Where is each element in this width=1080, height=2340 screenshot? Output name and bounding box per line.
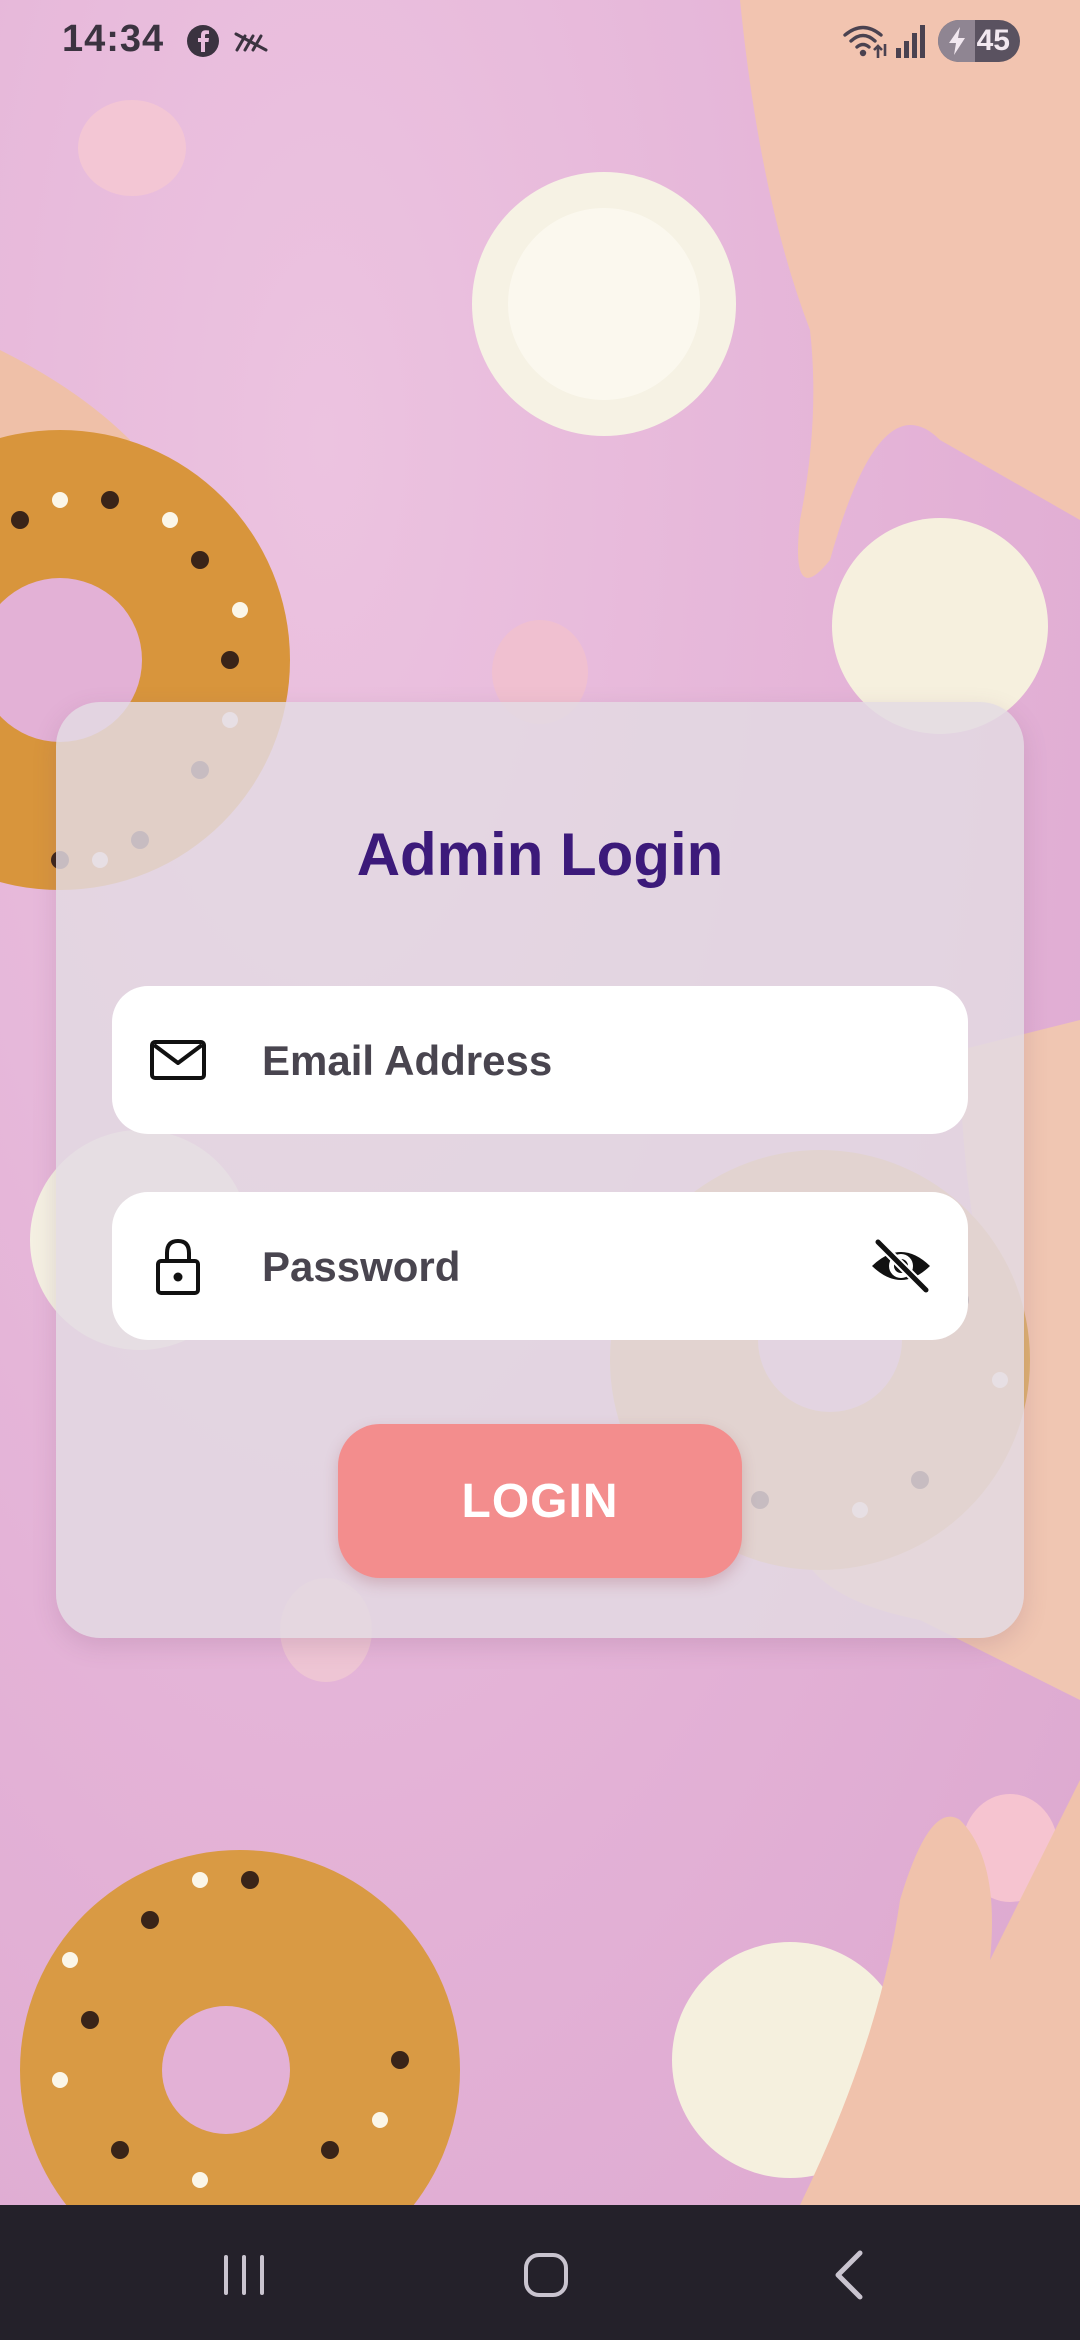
login-card: Admin Login LOGIN xyxy=(56,702,1024,1638)
recent-apps-icon[interactable] xyxy=(204,2235,284,2315)
battery-indicator: 45 xyxy=(938,20,1020,62)
signal-icon xyxy=(896,25,925,58)
lock-icon xyxy=(156,1238,200,1295)
envelope-icon xyxy=(150,1040,206,1080)
email-field[interactable] xyxy=(112,986,968,1134)
eye-off-icon[interactable] xyxy=(868,1236,934,1296)
battery-level: 45 xyxy=(976,24,1010,57)
status-time: 14:34 xyxy=(62,18,165,60)
battery-charging-icon xyxy=(949,27,965,55)
back-icon[interactable] xyxy=(810,2235,890,2315)
status-bar: 14:34 45 xyxy=(0,0,1080,84)
login-button[interactable]: LOGIN xyxy=(338,1424,742,1578)
home-icon[interactable] xyxy=(506,2235,586,2315)
navigation-bar xyxy=(0,2205,1080,2340)
password-input[interactable] xyxy=(260,1232,824,1302)
mute-icon xyxy=(234,32,268,52)
page-title: Admin Login xyxy=(356,821,724,888)
wifi-icon xyxy=(843,25,887,58)
facebook-icon xyxy=(187,25,219,57)
email-input[interactable] xyxy=(260,1026,824,1096)
password-field[interactable] xyxy=(112,1192,968,1340)
